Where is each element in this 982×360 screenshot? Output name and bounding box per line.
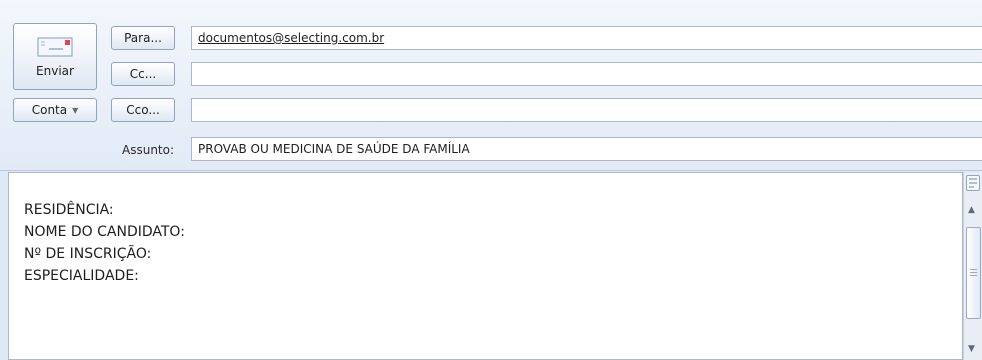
message-body[interactable]: RESIDÊNCIA: NOME DO CANDIDATO: Nº DE INS… (8, 172, 963, 360)
account-button-label: Conta (31, 103, 68, 117)
ruler-toggle-icon[interactable] (966, 175, 980, 191)
envelope-icon (37, 37, 73, 56)
subject-field[interactable]: PROVAB OU MEDICINA DE SAÚDE DA FAMÍLIA (191, 137, 982, 161)
message-header: Enviar Para... documentos@selecting.com.… (0, 0, 982, 171)
body-line-inscricao: Nº DE INSCRIÇÃO: (24, 246, 152, 262)
scroll-down-arrow-icon[interactable]: ▼ (968, 344, 975, 354)
send-button-label: Enviar (36, 63, 74, 78)
to-button-label: Para... (124, 31, 162, 45)
body-line-especialidade: ESPECIALIDADE: (24, 268, 139, 284)
scrollbar-thumb[interactable] (966, 227, 981, 319)
bcc-button[interactable]: Cco... (111, 98, 175, 122)
chevron-down-icon: ▼ (72, 105, 79, 115)
scroll-up-arrow-icon[interactable]: ▲ (968, 205, 975, 215)
cc-button[interactable]: Cc... (111, 62, 175, 86)
subject-label: Assunto: (122, 143, 175, 157)
bcc-button-label: Cco... (126, 103, 160, 117)
bcc-field[interactable] (191, 98, 982, 122)
cc-button-label: Cc... (129, 67, 157, 81)
send-button[interactable]: Enviar (13, 23, 97, 90)
vertical-scrollbar[interactable]: ▲ ▼ (963, 172, 982, 360)
body-line-nome: NOME DO CANDIDATO: (24, 224, 185, 240)
cc-field[interactable] (191, 62, 982, 86)
to-button[interactable]: Para... (111, 26, 175, 50)
account-button[interactable]: Conta ▼ (13, 98, 97, 122)
to-field[interactable]: documentos@selecting.com.br (191, 26, 982, 50)
body-line-residencia: RESIDÊNCIA: (24, 202, 114, 218)
